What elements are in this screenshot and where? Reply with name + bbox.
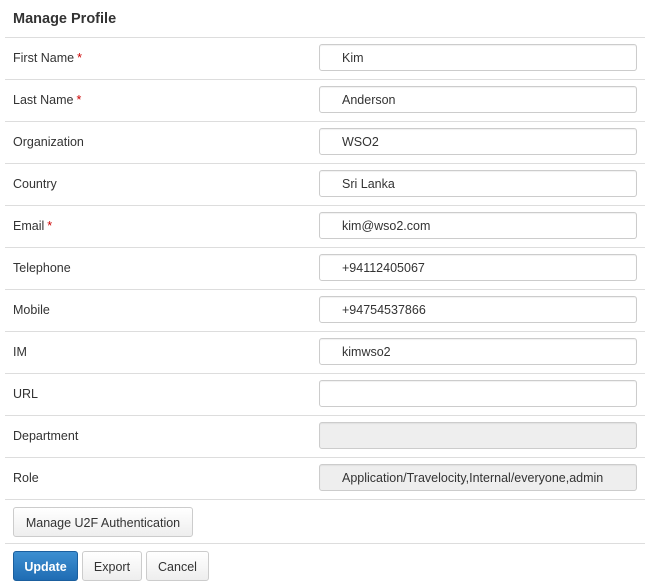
u2f-section: Manage U2F Authentication [5,500,645,544]
email-label: Email * [13,219,53,233]
role-input [319,464,637,491]
form-row-role: Role [5,457,645,500]
form-row-organization: Organization [5,121,645,163]
first-name-label: First Name * [13,51,82,65]
form-row-department: Department [5,415,645,457]
required-marker: * [47,219,53,233]
form-row-email: Email * [5,205,645,247]
country-input[interactable] [319,170,637,197]
organization-input[interactable] [319,128,637,155]
im-label: IM [13,345,27,359]
telephone-input[interactable] [319,254,637,281]
form-actions: Update Export Cancel [0,551,652,583]
country-label: Country [13,177,57,191]
telephone-label: Telephone [13,261,71,275]
url-input[interactable] [319,380,637,407]
update-button[interactable]: Update [13,551,78,581]
form-row-url: URL [5,373,645,415]
form-row-telephone: Telephone [5,247,645,289]
profile-form: First Name* Last Name* Organization Coun… [5,37,645,500]
form-row-country: Country [5,163,645,205]
form-row-mobile: Mobile [5,289,645,331]
page-title: Manage Profile [13,11,117,27]
last-name-label: Last Name * [13,93,82,107]
im-input[interactable] [319,338,637,365]
form-row-first-name: First Name * [5,37,645,79]
required-marker: * [76,93,82,107]
form-row-last-name: Last Name * [5,79,645,121]
url-label: URL [13,387,39,401]
cancel-button[interactable]: Cancel [146,551,209,581]
export-button[interactable]: Export [82,551,142,581]
last-name-input[interactable] [319,86,637,113]
organization-label: Organization [13,135,84,149]
email-input[interactable] [319,212,637,239]
form-row-im: IM [5,331,645,373]
manage-u2f-button[interactable]: Manage U2F Authentication [13,507,193,537]
department-label: Department [13,429,79,443]
first-name-input[interactable] [319,44,637,71]
role-label: Role [13,471,39,485]
required-marker: * [77,51,82,65]
mobile-input[interactable] [319,296,637,323]
department-input [319,422,637,449]
mobile-label: Mobile [13,303,50,317]
